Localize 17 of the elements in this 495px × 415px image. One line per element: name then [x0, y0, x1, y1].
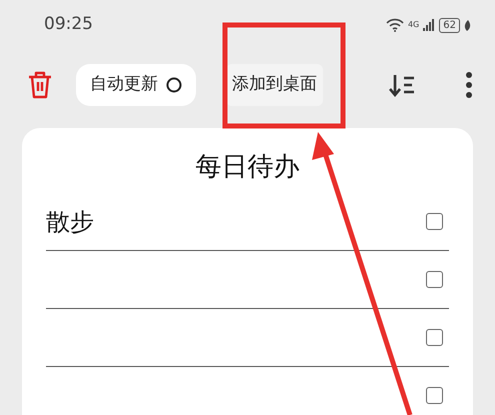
battery-level: 62	[439, 18, 460, 32]
card-title: 每日待办	[194, 151, 300, 184]
leaf-icon	[464, 20, 471, 30]
signal-icon	[423, 19, 436, 31]
add-to-desktop-button[interactable]: 添加到桌面	[226, 64, 323, 106]
checkbox[interactable]	[426, 387, 443, 404]
todo-text: 散步	[46, 206, 94, 238]
trash-icon[interactable]	[28, 71, 52, 99]
more-icon[interactable]	[465, 71, 473, 99]
checkbox[interactable]	[426, 271, 443, 288]
checkbox[interactable]	[426, 329, 443, 346]
auto-update-toggle[interactable]: 自动更新	[76, 64, 196, 106]
wifi-icon	[386, 18, 404, 32]
checkbox[interactable]	[426, 213, 443, 230]
network-label: 4G	[408, 19, 420, 31]
status-time: 09:25	[44, 13, 93, 36]
sort-icon[interactable]	[389, 73, 417, 97]
